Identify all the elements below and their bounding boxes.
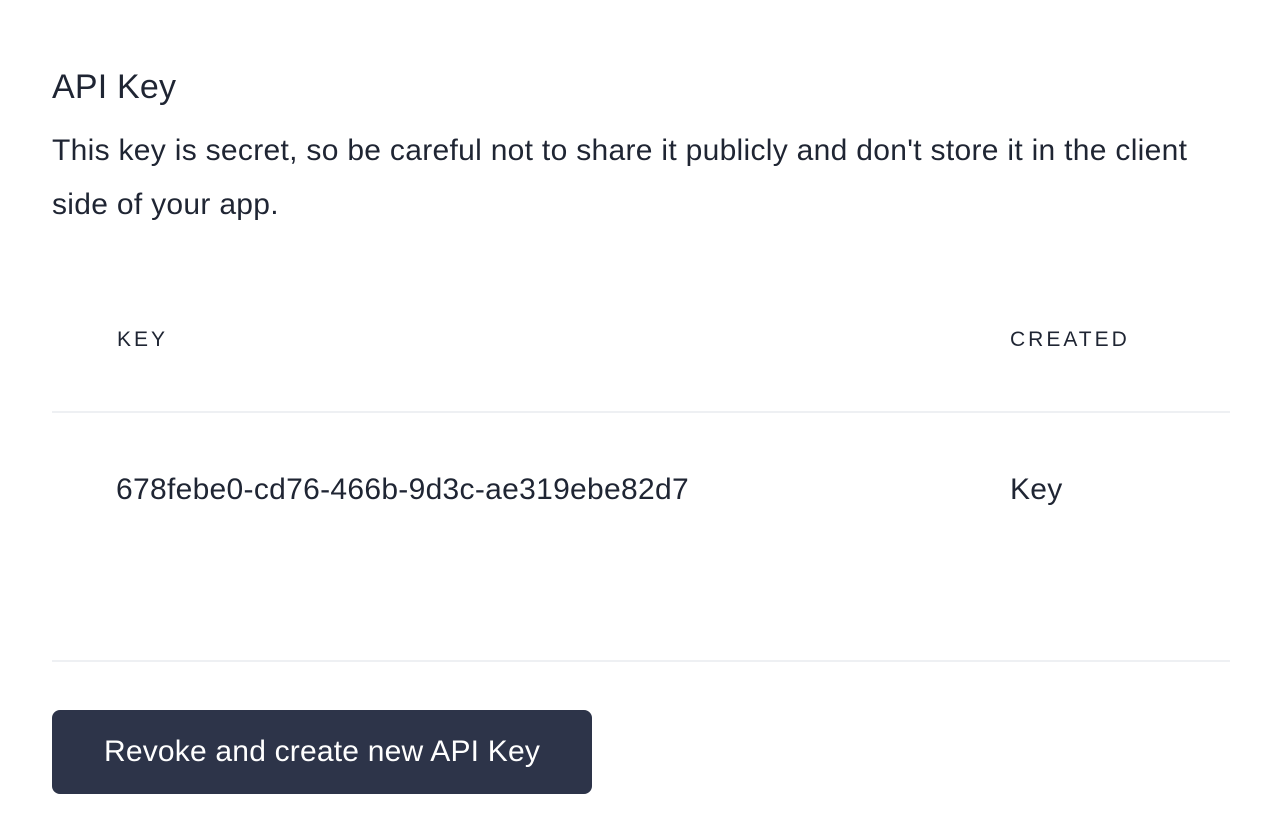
- api-key-value[interactable]: 678febe0-cd76-466b-9d3c-ae319ebe82d7: [116, 470, 689, 510]
- created-value: Key: [1010, 473, 1063, 506]
- revoke-and-create-button[interactable]: Revoke and create new API Key: [52, 710, 592, 794]
- api-key-section: API Key This key is secret, so be carefu…: [52, 0, 1230, 836]
- section-description: This key is secret, so be careful not to…: [52, 134, 1188, 221]
- section-title: API Key: [52, 68, 177, 106]
- table-header: KEY CREATED: [52, 290, 1230, 413]
- table-row: 678febe0-cd76-466b-9d3c-ae319ebe82d7 Key: [52, 413, 1230, 662]
- api-key-table: KEY CREATED 678febe0-cd76-466b-9d3c-ae31…: [52, 290, 1230, 662]
- column-header-key: KEY: [117, 328, 169, 351]
- column-header-created: CREATED: [1010, 328, 1130, 351]
